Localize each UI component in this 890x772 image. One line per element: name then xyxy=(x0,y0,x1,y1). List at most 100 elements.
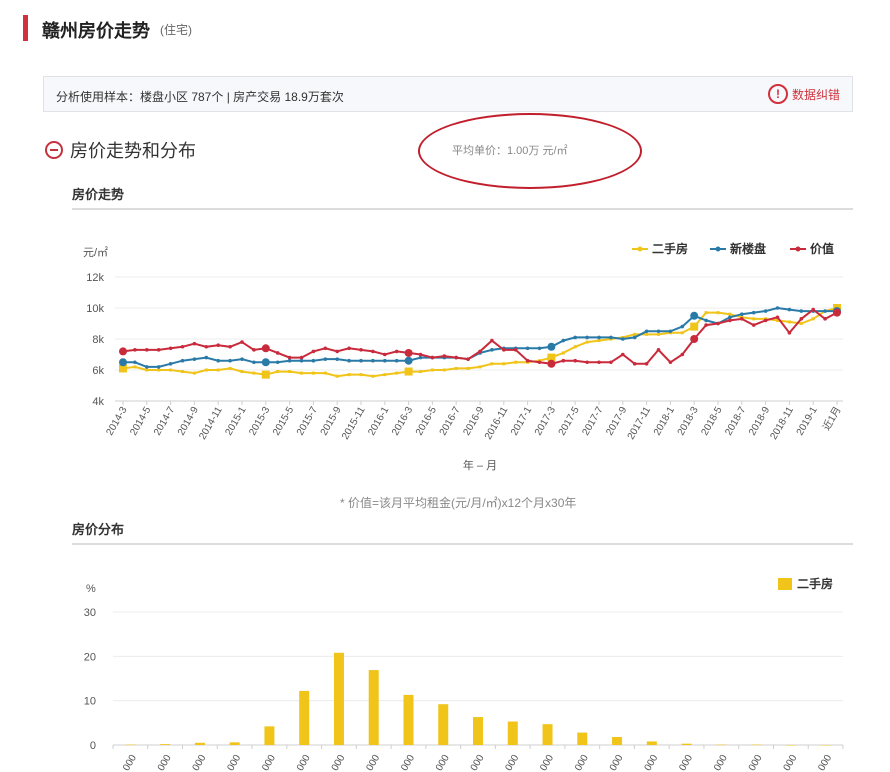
trend-point xyxy=(609,360,613,365)
dist-bar xyxy=(751,744,762,746)
trend-legend-label: 二手房 xyxy=(652,241,688,256)
trend-point xyxy=(181,370,184,374)
trend-point xyxy=(668,329,673,334)
trend-x-tick-label: 2015-11 xyxy=(340,405,368,442)
trend-x-tick-label: 2019-1 xyxy=(795,405,820,438)
trend-point xyxy=(383,352,387,357)
trend-point xyxy=(359,348,363,352)
trend-x-tick-label: 2018-3 xyxy=(676,405,701,438)
dist-bar xyxy=(612,737,623,745)
trend-point xyxy=(763,318,768,323)
trend-point xyxy=(585,340,589,344)
trend-point xyxy=(216,358,220,363)
dist-bar xyxy=(229,742,240,745)
dist-bar xyxy=(646,741,657,745)
trend-point xyxy=(656,329,661,334)
dist-bar xyxy=(160,744,171,745)
trend-point xyxy=(252,348,256,352)
trend-point xyxy=(466,366,470,370)
trend-point xyxy=(347,346,351,351)
trend-point xyxy=(394,349,399,354)
trend-x-tick-label: 2017-9 xyxy=(604,405,629,438)
trend-point xyxy=(811,307,815,312)
trend-x-tick-label: 2014-5 xyxy=(128,405,153,438)
dist-y-tick-label: 0 xyxy=(90,740,96,752)
trend-point xyxy=(621,337,625,341)
trend-point xyxy=(680,331,684,335)
trend-point xyxy=(311,371,315,375)
trend-point xyxy=(145,365,149,369)
trend-point xyxy=(490,338,494,343)
dist-bar xyxy=(125,744,136,746)
trend-point xyxy=(632,335,637,340)
trend-point xyxy=(621,352,625,357)
trend-x-tick-label: 2015-3 xyxy=(247,405,272,438)
trend-point xyxy=(228,358,232,363)
trend-point xyxy=(430,368,434,372)
trend-point xyxy=(502,348,506,352)
trend-point xyxy=(404,367,413,376)
trend-point xyxy=(573,335,577,340)
dist-bar xyxy=(542,724,553,745)
trend-point xyxy=(371,358,375,363)
trend-point xyxy=(335,357,340,361)
trend-point xyxy=(180,344,185,349)
trend-point xyxy=(442,354,447,358)
trend-point xyxy=(561,351,565,355)
trend-x-tick-label: 2017-11 xyxy=(626,405,654,442)
dist-x-tick-label: 000 xyxy=(538,753,556,772)
trend-point xyxy=(287,358,292,363)
trend-point xyxy=(787,331,792,335)
trend-y-tick-label: 6k xyxy=(92,365,104,377)
dist-legend-label: 二手房 xyxy=(797,576,833,591)
trend-point xyxy=(585,360,589,365)
trend-point xyxy=(359,358,363,363)
trend-point xyxy=(359,373,363,377)
trend-point xyxy=(597,339,601,343)
trend-point xyxy=(597,360,601,365)
dist-bar xyxy=(333,652,344,745)
trend-point xyxy=(192,371,196,375)
trend-y-tick-label: 10k xyxy=(86,303,104,315)
trend-point xyxy=(145,368,149,372)
trend-point xyxy=(383,373,387,377)
trend-point xyxy=(585,335,589,340)
trend-point xyxy=(156,365,161,369)
trend-point xyxy=(799,309,804,313)
trend-point xyxy=(192,341,197,346)
trend-point xyxy=(216,343,220,348)
trend-y-tick-label: 8k xyxy=(92,334,104,346)
dist-x-tick-label: 000 xyxy=(573,753,591,772)
trend-point xyxy=(609,335,613,340)
trend-point xyxy=(335,349,340,354)
trend-point xyxy=(690,311,699,320)
trend-point xyxy=(573,345,577,349)
dist-bar xyxy=(820,745,831,746)
trend-legend-marker xyxy=(715,246,721,252)
trend-point xyxy=(119,358,127,367)
trend-point xyxy=(228,344,232,349)
trend-x-tick-label: 2018-11 xyxy=(768,405,796,442)
trend-x-tick-label: 2014-9 xyxy=(176,405,201,438)
trend-point xyxy=(240,357,244,361)
trend-x-tick-label: 2017-3 xyxy=(533,405,558,438)
trend-point xyxy=(466,357,470,361)
trend-point xyxy=(547,359,556,368)
trend-point xyxy=(454,366,458,370)
trend-point xyxy=(288,370,292,374)
dist-x-tick-label: 000 xyxy=(260,753,278,772)
trend-point xyxy=(347,358,351,363)
dist-bar xyxy=(507,721,518,745)
dist-bar xyxy=(368,670,379,745)
trend-point xyxy=(371,349,375,354)
trend-legend-label: 新楼盘 xyxy=(730,241,766,256)
trend-point xyxy=(787,320,791,324)
trend-point xyxy=(180,358,185,363)
trend-point xyxy=(119,347,127,356)
trend-point xyxy=(823,317,827,321)
trend-x-tick-label: 2016-11 xyxy=(483,405,511,442)
dist-legend-swatch xyxy=(778,578,792,590)
dist-bar xyxy=(403,694,414,745)
dist-bar xyxy=(577,732,588,745)
trend-point xyxy=(645,332,649,336)
